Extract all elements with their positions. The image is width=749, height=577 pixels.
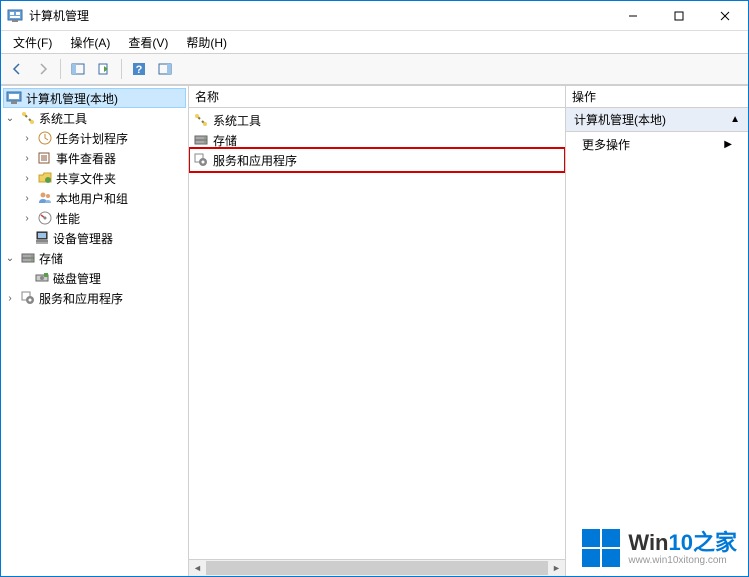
actions-header: 操作 <box>566 86 748 108</box>
action-label: 更多操作 <box>582 136 630 153</box>
menubar: 文件(F) 操作(A) 查看(V) 帮助(H) <box>1 31 748 53</box>
watermark-suffix: 之家 <box>693 530 737 555</box>
column-name: 名称 <box>195 88 219 105</box>
tree-storage[interactable]: ⌄ 存储 <box>3 248 186 268</box>
menu-view[interactable]: 查看(V) <box>120 32 176 53</box>
menu-help[interactable]: 帮助(H) <box>178 32 235 53</box>
expand-icon[interactable]: › <box>20 173 34 184</box>
tree-label: 事件查看器 <box>56 150 116 167</box>
tree-label: 服务和应用程序 <box>39 290 123 307</box>
services-icon <box>20 290 36 306</box>
storage-icon <box>20 250 36 266</box>
tree-label: 系统工具 <box>39 110 87 127</box>
export-button[interactable] <box>92 57 116 81</box>
toolbar: ? <box>1 53 748 85</box>
scroll-thumb[interactable] <box>206 561 548 575</box>
close-button[interactable] <box>702 1 748 30</box>
computer-icon <box>6 90 22 106</box>
tree-label: 共享文件夹 <box>56 170 116 187</box>
device-icon <box>34 230 50 246</box>
forward-button[interactable] <box>31 57 55 81</box>
list-item-label: 服务和应用程序 <box>213 152 297 169</box>
list-item-services-apps[interactable]: 服务和应用程序 <box>191 150 563 170</box>
tree-label: 任务计划程序 <box>56 130 128 147</box>
tree-label: 性能 <box>56 210 80 227</box>
tree-root-label: 计算机管理(本地) <box>26 90 118 107</box>
collapse-icon: ▲ <box>730 114 740 125</box>
scroll-right-icon[interactable]: ► <box>548 560 565 576</box>
expand-icon[interactable]: › <box>20 133 34 144</box>
tree-services-apps[interactable]: › 服务和应用程序 <box>3 288 186 308</box>
tree-device-manager[interactable]: 设备管理器 <box>3 228 186 248</box>
expand-icon[interactable]: › <box>20 213 34 224</box>
tree-shared-folders[interactable]: › 共享文件夹 <box>3 168 186 188</box>
menu-action[interactable]: 操作(A) <box>62 32 118 53</box>
actions-pane: 操作 计算机管理(本地) ▲ 更多操作 ▶ <box>566 86 748 576</box>
window-title: 计算机管理 <box>29 7 610 24</box>
action-more[interactable]: 更多操作 ▶ <box>566 132 748 157</box>
tree-disk-management[interactable]: 磁盘管理 <box>3 268 186 288</box>
list-item-label: 存储 <box>213 132 237 149</box>
users-icon <box>37 190 53 206</box>
toolbar-separator <box>60 59 61 79</box>
tree-pane: 计算机管理(本地) ⌄ 系统工具 › 任务计划程序 › 事件查看器 <box>1 86 189 576</box>
list-item-label: 系统工具 <box>213 112 261 129</box>
tree-system-tools[interactable]: ⌄ 系统工具 <box>3 108 186 128</box>
storage-icon <box>193 132 209 148</box>
shared-folder-icon <box>37 170 53 186</box>
tree-label: 存储 <box>39 250 63 267</box>
toolbar-separator <box>121 59 122 79</box>
list-pane: 名称 系统工具 存储 服务和应用程序 ◄ ► <box>189 86 566 576</box>
services-icon <box>193 152 209 168</box>
windows-logo-icon <box>580 527 622 569</box>
list-item-system-tools[interactable]: 系统工具 <box>191 110 563 130</box>
submenu-icon: ▶ <box>724 139 732 150</box>
tree-label: 磁盘管理 <box>53 270 101 287</box>
menu-file[interactable]: 文件(F) <box>5 32 60 53</box>
help-button[interactable]: ? <box>127 57 151 81</box>
watermark-brand1: Win <box>628 530 668 555</box>
tree-task-scheduler[interactable]: › 任务计划程序 <box>3 128 186 148</box>
tree-event-viewer[interactable]: › 事件查看器 <box>3 148 186 168</box>
maximize-button[interactable] <box>656 1 702 30</box>
minimize-button[interactable] <box>610 1 656 30</box>
event-viewer-icon <box>37 150 53 166</box>
svg-text:?: ? <box>136 64 143 76</box>
collapse-icon[interactable]: ⌄ <box>3 253 17 264</box>
watermark: Win10之家 www.win10xitong.com <box>580 527 737 569</box>
expand-icon[interactable]: › <box>3 293 17 304</box>
list-column-header[interactable]: 名称 <box>189 86 565 108</box>
action-group-label: 计算机管理(本地) <box>574 111 666 128</box>
action-group-header[interactable]: 计算机管理(本地) ▲ <box>566 108 748 132</box>
clock-icon <box>37 130 53 146</box>
tools-icon <box>20 110 36 126</box>
expand-icon[interactable]: › <box>20 193 34 204</box>
tree-performance[interactable]: › 性能 <box>3 208 186 228</box>
expand-icon[interactable]: › <box>20 153 34 164</box>
show-hide-action-pane-button[interactable] <box>153 57 177 81</box>
tree-root[interactable]: 计算机管理(本地) <box>3 88 186 108</box>
watermark-url: www.win10xitong.com <box>628 555 737 567</box>
disk-icon <box>34 270 50 286</box>
tree-label: 设备管理器 <box>53 230 113 247</box>
tree-label: 本地用户和组 <box>56 190 128 207</box>
back-button[interactable] <box>5 57 29 81</box>
collapse-icon[interactable]: ⌄ <box>3 113 17 124</box>
horizontal-scrollbar[interactable]: ◄ ► <box>189 559 565 576</box>
scroll-left-icon[interactable]: ◄ <box>189 560 206 576</box>
list-item-storage[interactable]: 存储 <box>191 130 563 150</box>
performance-icon <box>37 210 53 226</box>
tree-local-users[interactable]: › 本地用户和组 <box>3 188 186 208</box>
show-hide-tree-button[interactable] <box>66 57 90 81</box>
watermark-brand2: 10 <box>669 530 693 555</box>
app-icon <box>7 8 23 24</box>
tools-icon <box>193 112 209 128</box>
titlebar: 计算机管理 <box>1 1 748 31</box>
